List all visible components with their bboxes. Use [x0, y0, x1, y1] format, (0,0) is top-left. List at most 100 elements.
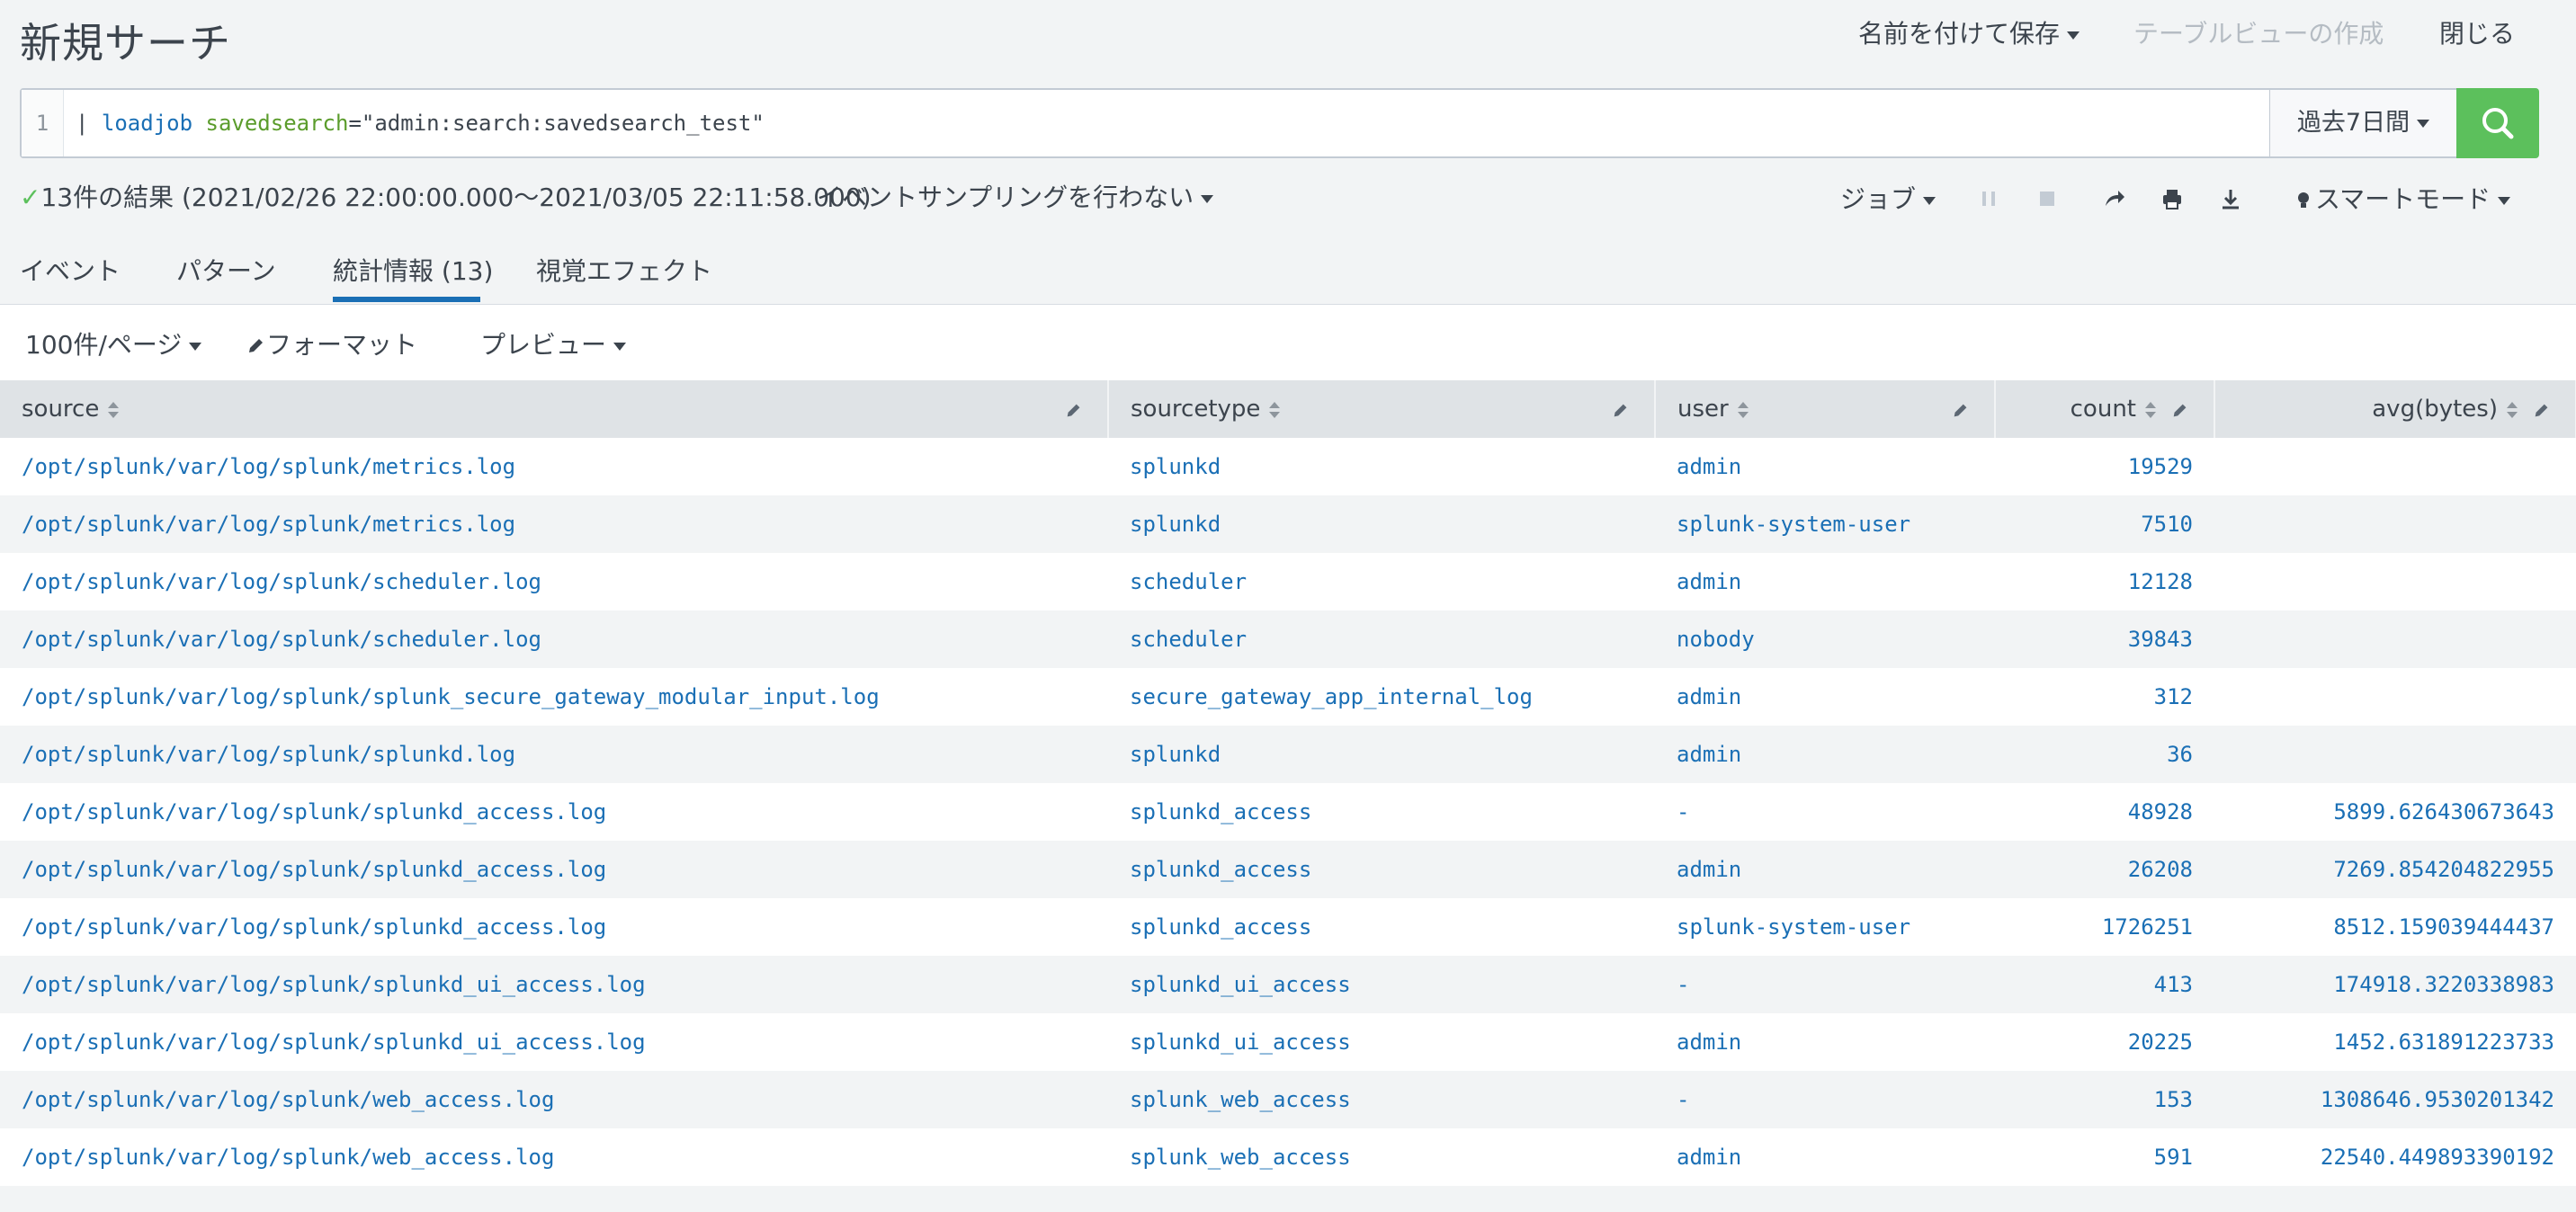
cell-avg-bytes[interactable]: 174918.3220338983 — [2214, 956, 2576, 1013]
sort-icon[interactable] — [1737, 401, 1749, 418]
preview-dropdown[interactable]: プレビュー — [480, 325, 627, 361]
sort-icon[interactable] — [2507, 401, 2518, 418]
cell-source[interactable]: /opt/splunk/var/log/splunk/splunkd.log — [0, 726, 1108, 783]
cell-source[interactable]: /opt/splunk/var/log/splunk/splunkd_acces… — [0, 898, 1108, 956]
cell-count[interactable]: 7510 — [1995, 495, 2214, 553]
share-icon[interactable] — [2098, 183, 2129, 214]
tab-visualization[interactable]: 視覚エフェクト — [536, 252, 712, 288]
cell-source[interactable]: /opt/splunk/var/log/splunk/scheduler.log — [0, 610, 1108, 668]
cell-sourcetype[interactable]: secure_gateway_app_internal_log — [1108, 668, 1655, 726]
cell-source[interactable]: /opt/splunk/var/log/splunk/splunkd_ui_ac… — [0, 956, 1108, 1013]
pencil-icon[interactable] — [1611, 400, 1631, 420]
time-range-picker[interactable]: 過去7日間 — [2269, 88, 2458, 158]
cell-count[interactable]: 48928 — [1995, 783, 2214, 841]
cell-user[interactable]: - — [1655, 783, 1995, 841]
cell-sourcetype[interactable]: splunkd_access — [1108, 841, 1655, 898]
cell-count[interactable]: 1726251 — [1995, 898, 2214, 956]
cell-sourcetype[interactable]: splunkd_ui_access — [1108, 1013, 1655, 1071]
export-icon[interactable] — [2215, 183, 2246, 214]
job-dropdown[interactable]: ジョブ — [1840, 180, 1936, 216]
cell-source[interactable]: /opt/splunk/var/log/splunk/splunk_secure… — [0, 668, 1108, 726]
cell-user[interactable]: admin — [1655, 1128, 1995, 1186]
cell-sourcetype[interactable]: splunk_web_access — [1108, 1128, 1655, 1186]
tab-events[interactable]: イベント — [20, 252, 121, 288]
cell-user[interactable]: - — [1655, 1071, 1995, 1128]
cell-sourcetype[interactable]: splunk_web_access — [1108, 1071, 1655, 1128]
cell-avg-bytes[interactable]: 22540.449893390192 — [2214, 1128, 2576, 1186]
search-bar[interactable]: 1 | loadjob savedsearch="admin:search:sa… — [20, 88, 2538, 158]
column-header-sourcetype[interactable]: sourcetype — [1108, 380, 1656, 438]
cell-sourcetype[interactable]: splunkd_access — [1108, 783, 1655, 841]
cell-sourcetype[interactable]: splunkd — [1108, 495, 1655, 553]
cell-count[interactable]: 153 — [1995, 1071, 2214, 1128]
cell-avg-bytes[interactable]: 5899.626430673643 — [2214, 783, 2576, 841]
cell-source[interactable]: /opt/splunk/var/log/splunk/web_access.lo… — [0, 1071, 1108, 1128]
cell-sourcetype[interactable]: scheduler — [1108, 553, 1655, 610]
cell-user[interactable]: - — [1655, 956, 1995, 1013]
cell-user[interactable]: admin — [1655, 1013, 1995, 1071]
cell-count[interactable]: 591 — [1995, 1128, 2214, 1186]
cell-user[interactable]: admin — [1655, 438, 1995, 495]
cell-count[interactable]: 19529 — [1995, 438, 2214, 495]
cell-source[interactable]: /opt/splunk/var/log/splunk/scheduler.log — [0, 553, 1108, 610]
cell-avg-bytes[interactable] — [2214, 553, 2576, 610]
cell-sourcetype[interactable]: scheduler — [1108, 610, 1655, 668]
stop-icon[interactable] — [2032, 183, 2062, 214]
cell-avg-bytes[interactable] — [2214, 495, 2576, 553]
tab-patterns[interactable]: パターン — [176, 252, 276, 288]
pencil-icon[interactable] — [1064, 400, 1084, 420]
cell-sourcetype[interactable]: splunkd — [1108, 438, 1655, 495]
cell-count[interactable]: 36 — [1995, 726, 2214, 783]
search-query-input[interactable]: | loadjob savedsearch="admin:search:save… — [76, 90, 765, 156]
save-as-button[interactable]: 名前を付けて保存 — [1858, 14, 2080, 50]
cell-user[interactable]: admin — [1655, 668, 1995, 726]
cell-avg-bytes[interactable]: 1308646.9530201342 — [2214, 1071, 2576, 1128]
pencil-icon[interactable] — [1951, 400, 1971, 420]
pencil-icon[interactable] — [2532, 400, 2552, 420]
cell-sourcetype[interactable]: splunkd_access — [1108, 898, 1655, 956]
cell-source[interactable]: /opt/splunk/var/log/splunk/splunkd_ui_ac… — [0, 1013, 1108, 1071]
tab-statistics[interactable]: 統計情報 (13) — [333, 252, 493, 288]
create-table-view-button[interactable]: テーブルビューの作成 — [2133, 14, 2384, 50]
cell-count[interactable]: 312 — [1995, 668, 2214, 726]
cell-avg-bytes[interactable] — [2214, 438, 2576, 495]
cell-user[interactable]: splunk-system-user — [1655, 898, 1995, 956]
cell-sourcetype[interactable]: splunkd — [1108, 726, 1655, 783]
sort-icon[interactable] — [108, 401, 120, 418]
cell-source[interactable]: /opt/splunk/var/log/splunk/web_access.lo… — [0, 1128, 1108, 1186]
search-button[interactable] — [2456, 88, 2539, 158]
pencil-icon[interactable] — [2170, 400, 2190, 420]
cell-source[interactable]: /opt/splunk/var/log/splunk/splunkd_acces… — [0, 783, 1108, 841]
cell-count[interactable]: 39843 — [1995, 610, 2214, 668]
cell-avg-bytes[interactable] — [2214, 668, 2576, 726]
format-button[interactable]: フォーマット — [245, 325, 417, 361]
sort-icon[interactable] — [2145, 401, 2156, 418]
cell-source[interactable]: /opt/splunk/var/log/splunk/splunkd_acces… — [0, 841, 1108, 898]
cell-count[interactable]: 26208 — [1995, 841, 2214, 898]
cell-avg-bytes[interactable]: 7269.854204822955 — [2214, 841, 2576, 898]
cell-avg-bytes[interactable]: 1452.631891223733 — [2214, 1013, 2576, 1071]
cell-sourcetype[interactable]: splunkd_ui_access — [1108, 956, 1655, 1013]
cell-user[interactable]: splunk-system-user — [1655, 495, 1995, 553]
cell-source[interactable]: /opt/splunk/var/log/splunk/metrics.log — [0, 438, 1108, 495]
cell-count[interactable]: 413 — [1995, 956, 2214, 1013]
cell-avg-bytes[interactable] — [2214, 610, 2576, 668]
cell-user[interactable]: nobody — [1655, 610, 1995, 668]
cell-avg-bytes[interactable] — [2214, 726, 2576, 783]
cell-avg-bytes[interactable]: 8512.159039444437 — [2214, 898, 2576, 956]
cell-source[interactable]: /opt/splunk/var/log/splunk/metrics.log — [0, 495, 1108, 553]
column-header-user[interactable]: user — [1655, 380, 1996, 438]
pause-icon[interactable] — [1973, 183, 2004, 214]
column-header-source[interactable]: source — [0, 380, 1109, 438]
cell-count[interactable]: 12128 — [1995, 553, 2214, 610]
search-mode-dropdown[interactable]: スマートモード — [2292, 180, 2511, 216]
cell-user[interactable]: admin — [1655, 553, 1995, 610]
print-icon[interactable] — [2157, 183, 2187, 214]
cell-user[interactable]: admin — [1655, 726, 1995, 783]
sampling-dropdown[interactable]: イベントサンプリングを行わない — [817, 178, 1214, 214]
cell-user[interactable]: admin — [1655, 841, 1995, 898]
close-button[interactable]: 閉じる — [2439, 14, 2515, 50]
column-header-count[interactable]: count — [1995, 380, 2215, 438]
per-page-dropdown[interactable]: 100件/ページ — [25, 325, 202, 361]
column-header-avg-bytes[interactable]: avg(bytes) — [2214, 380, 2576, 438]
